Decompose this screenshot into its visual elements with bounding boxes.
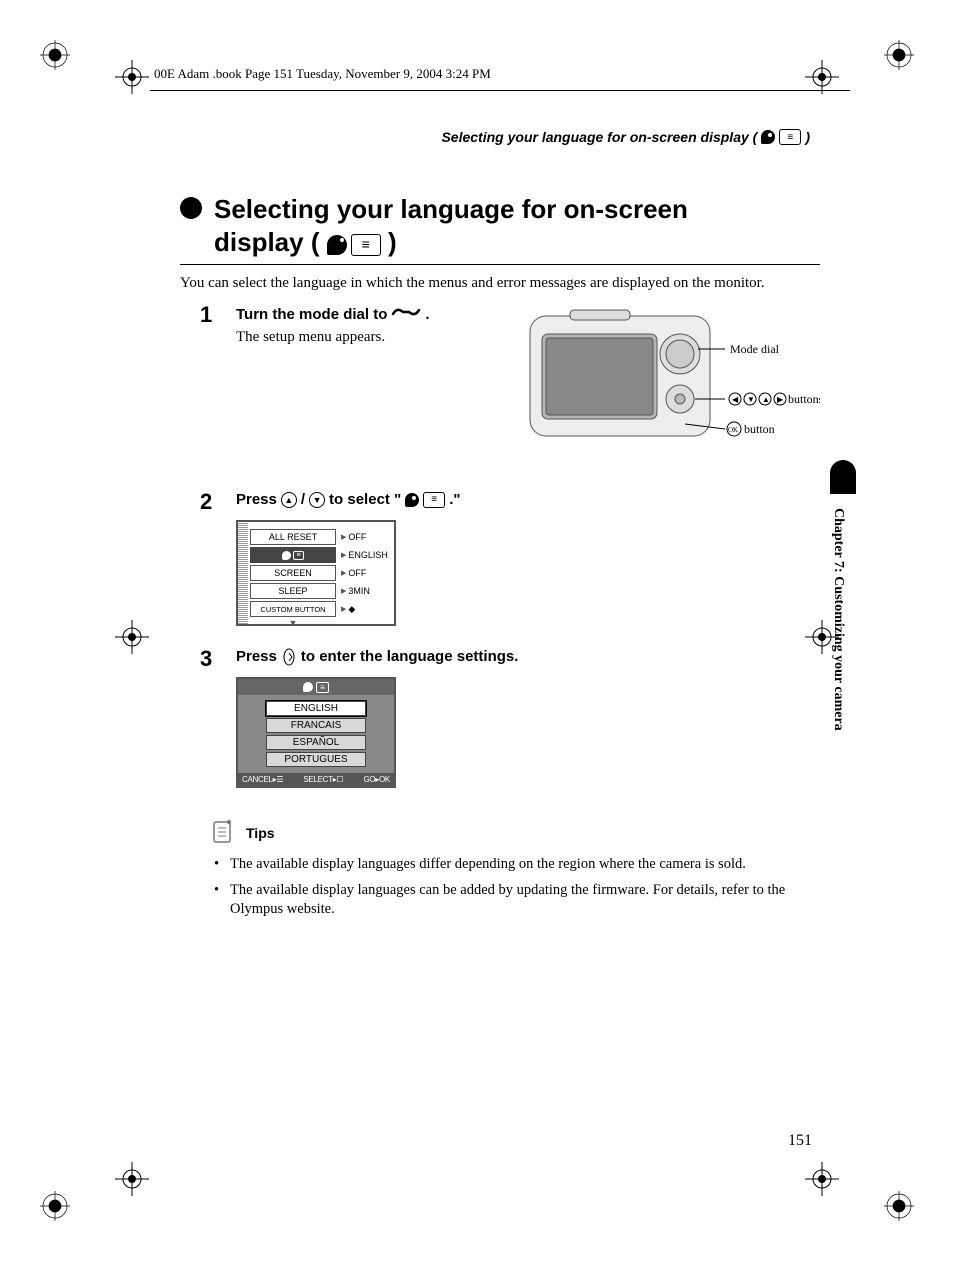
language-option: FRANCAIS (266, 718, 366, 733)
step2-title-before: Press (236, 491, 277, 508)
step1-title-after: . (425, 306, 429, 323)
speech-bubble-icon (303, 682, 313, 692)
camera-illustration: Mode dial ◀ ▼ ▲ ▶ buttons OK button (520, 304, 820, 469)
language-menu-footer: CANCEL▸☰ SELECT▸☐ GO▸OK (238, 773, 394, 786)
menu-row-value: 3MIN (338, 582, 394, 600)
side-tab-text: Chapter 7: Customizing your camera (830, 494, 846, 731)
menu-row-label: ALL RESET (250, 529, 336, 545)
menu-row-label: SLEEP (250, 583, 336, 599)
registration-mark-icon (115, 60, 149, 99)
down-arrow-button-icon: ▼ (309, 492, 325, 508)
svg-text:▼: ▼ (747, 395, 755, 404)
assign-icon: ◆ (348, 604, 355, 615)
footer-cancel: CANCEL▸☰ (242, 775, 283, 784)
setup-menu-screenshot: ALL RESETOFF ≡ENGLISH SCREENOFF SLEEP3MI… (236, 520, 396, 626)
menu-list-icon: ≡ (351, 234, 381, 256)
crop-mark-icon (40, 40, 70, 70)
heading-line2-suffix: ) (388, 227, 397, 257)
ok-button-callout: button (744, 422, 775, 436)
menu-row-value: OFF (338, 564, 394, 582)
svg-text:▶: ▶ (777, 395, 784, 404)
step-1: 1 Turn the mode dial to . The setup menu… (200, 304, 820, 469)
running-head: Selecting your language for on-screen di… (150, 129, 850, 145)
mode-dial-callout: Mode dial (730, 342, 780, 356)
up-arrow-button-icon: ▲ (281, 492, 297, 508)
registration-mark-icon (115, 1162, 149, 1201)
step-number: 2 (200, 491, 222, 626)
tips-label: Tips (246, 825, 275, 841)
tips-note-icon (210, 818, 236, 847)
step1-title-before: Turn the mode dial to (236, 306, 387, 323)
registration-mark-icon (115, 620, 149, 659)
running-head-close: ) (805, 129, 810, 145)
svg-text:◀: ◀ (732, 395, 739, 404)
step2-title-close: ." (449, 491, 460, 508)
print-header: 00E Adam .book Page 151 Tuesday, Novembe… (150, 60, 850, 91)
footer-select: SELECT▸☐ (303, 775, 343, 784)
footer-go: GO▸OK (363, 775, 390, 784)
tip-item: The available display languages can be a… (230, 881, 820, 920)
speech-bubble-icon (282, 551, 291, 560)
page-content: 00E Adam .book Page 151 Tuesday, Novembe… (150, 60, 850, 1180)
heading-bullet-icon (180, 197, 202, 219)
speech-bubble-icon (327, 235, 347, 255)
chapter-side-tab: Chapter 7: Customizing your camera (830, 460, 856, 731)
right-arrow-button-icon (281, 649, 297, 665)
crop-mark-icon (884, 1191, 914, 1221)
running-head-text: Selecting your language for on-screen di… (441, 129, 757, 145)
language-menu-header: ≡ (238, 679, 394, 695)
page-number: 151 (788, 1132, 812, 1150)
language-option: ESPAÑOL (266, 735, 366, 750)
menu-row-label: SCREEN (250, 565, 336, 581)
menu-row-value: OFF (338, 528, 394, 546)
language-option-selected: ENGLISH (266, 701, 366, 716)
menu-list-icon: ≡ (423, 492, 445, 508)
setup-mode-icon (391, 304, 421, 325)
step-number: 3 (200, 648, 222, 788)
step2-title-mid: / (301, 491, 305, 508)
step3-title-after: to enter the language settings. (301, 648, 519, 665)
step-2: 2 Press ▲ / ▼ to select " ≡ ." ALL RESET… (200, 491, 820, 626)
menu-list-icon: ≡ (779, 129, 801, 145)
menu-row-value: ENGLISH (338, 546, 394, 564)
side-tab-cap-icon (830, 460, 856, 494)
step3-title-before: Press (236, 648, 277, 665)
step-number: 1 (200, 304, 222, 469)
page-heading: Selecting your language for on-screen di… (180, 193, 820, 258)
svg-text:▲: ▲ (762, 395, 770, 404)
crop-mark-icon (884, 40, 914, 70)
step2-title-after: to select " (329, 491, 401, 508)
menu-row-label-selected: ≡ (250, 547, 336, 563)
menu-row-value: ◆ (338, 600, 394, 618)
tip-item: The available display languages differ d… (230, 855, 820, 875)
tips-section: Tips The available display languages dif… (210, 818, 820, 920)
heading-line2-prefix: display ( (214, 227, 319, 257)
speech-bubble-icon (761, 130, 775, 144)
step1-desc: The setup menu appears. (236, 329, 500, 346)
menu-row-label: CUSTOM BUTTON (250, 601, 336, 617)
crop-mark-icon (40, 1191, 70, 1221)
speech-bubble-icon (405, 493, 419, 507)
intro-paragraph: You can select the language in which the… (180, 275, 820, 292)
heading-rule (180, 264, 820, 265)
language-option: PORTUGUES (266, 752, 366, 767)
svg-text:OK: OK (728, 426, 738, 434)
arrow-buttons-callout: buttons (788, 392, 820, 406)
heading-line1: Selecting your language for on-screen (214, 193, 820, 226)
step-3: 3 Press to enter the language settings. … (200, 648, 820, 788)
language-menu-screenshot: ≡ ENGLISH FRANCAIS ESPAÑOL PORTUGUES CAN… (236, 677, 396, 788)
